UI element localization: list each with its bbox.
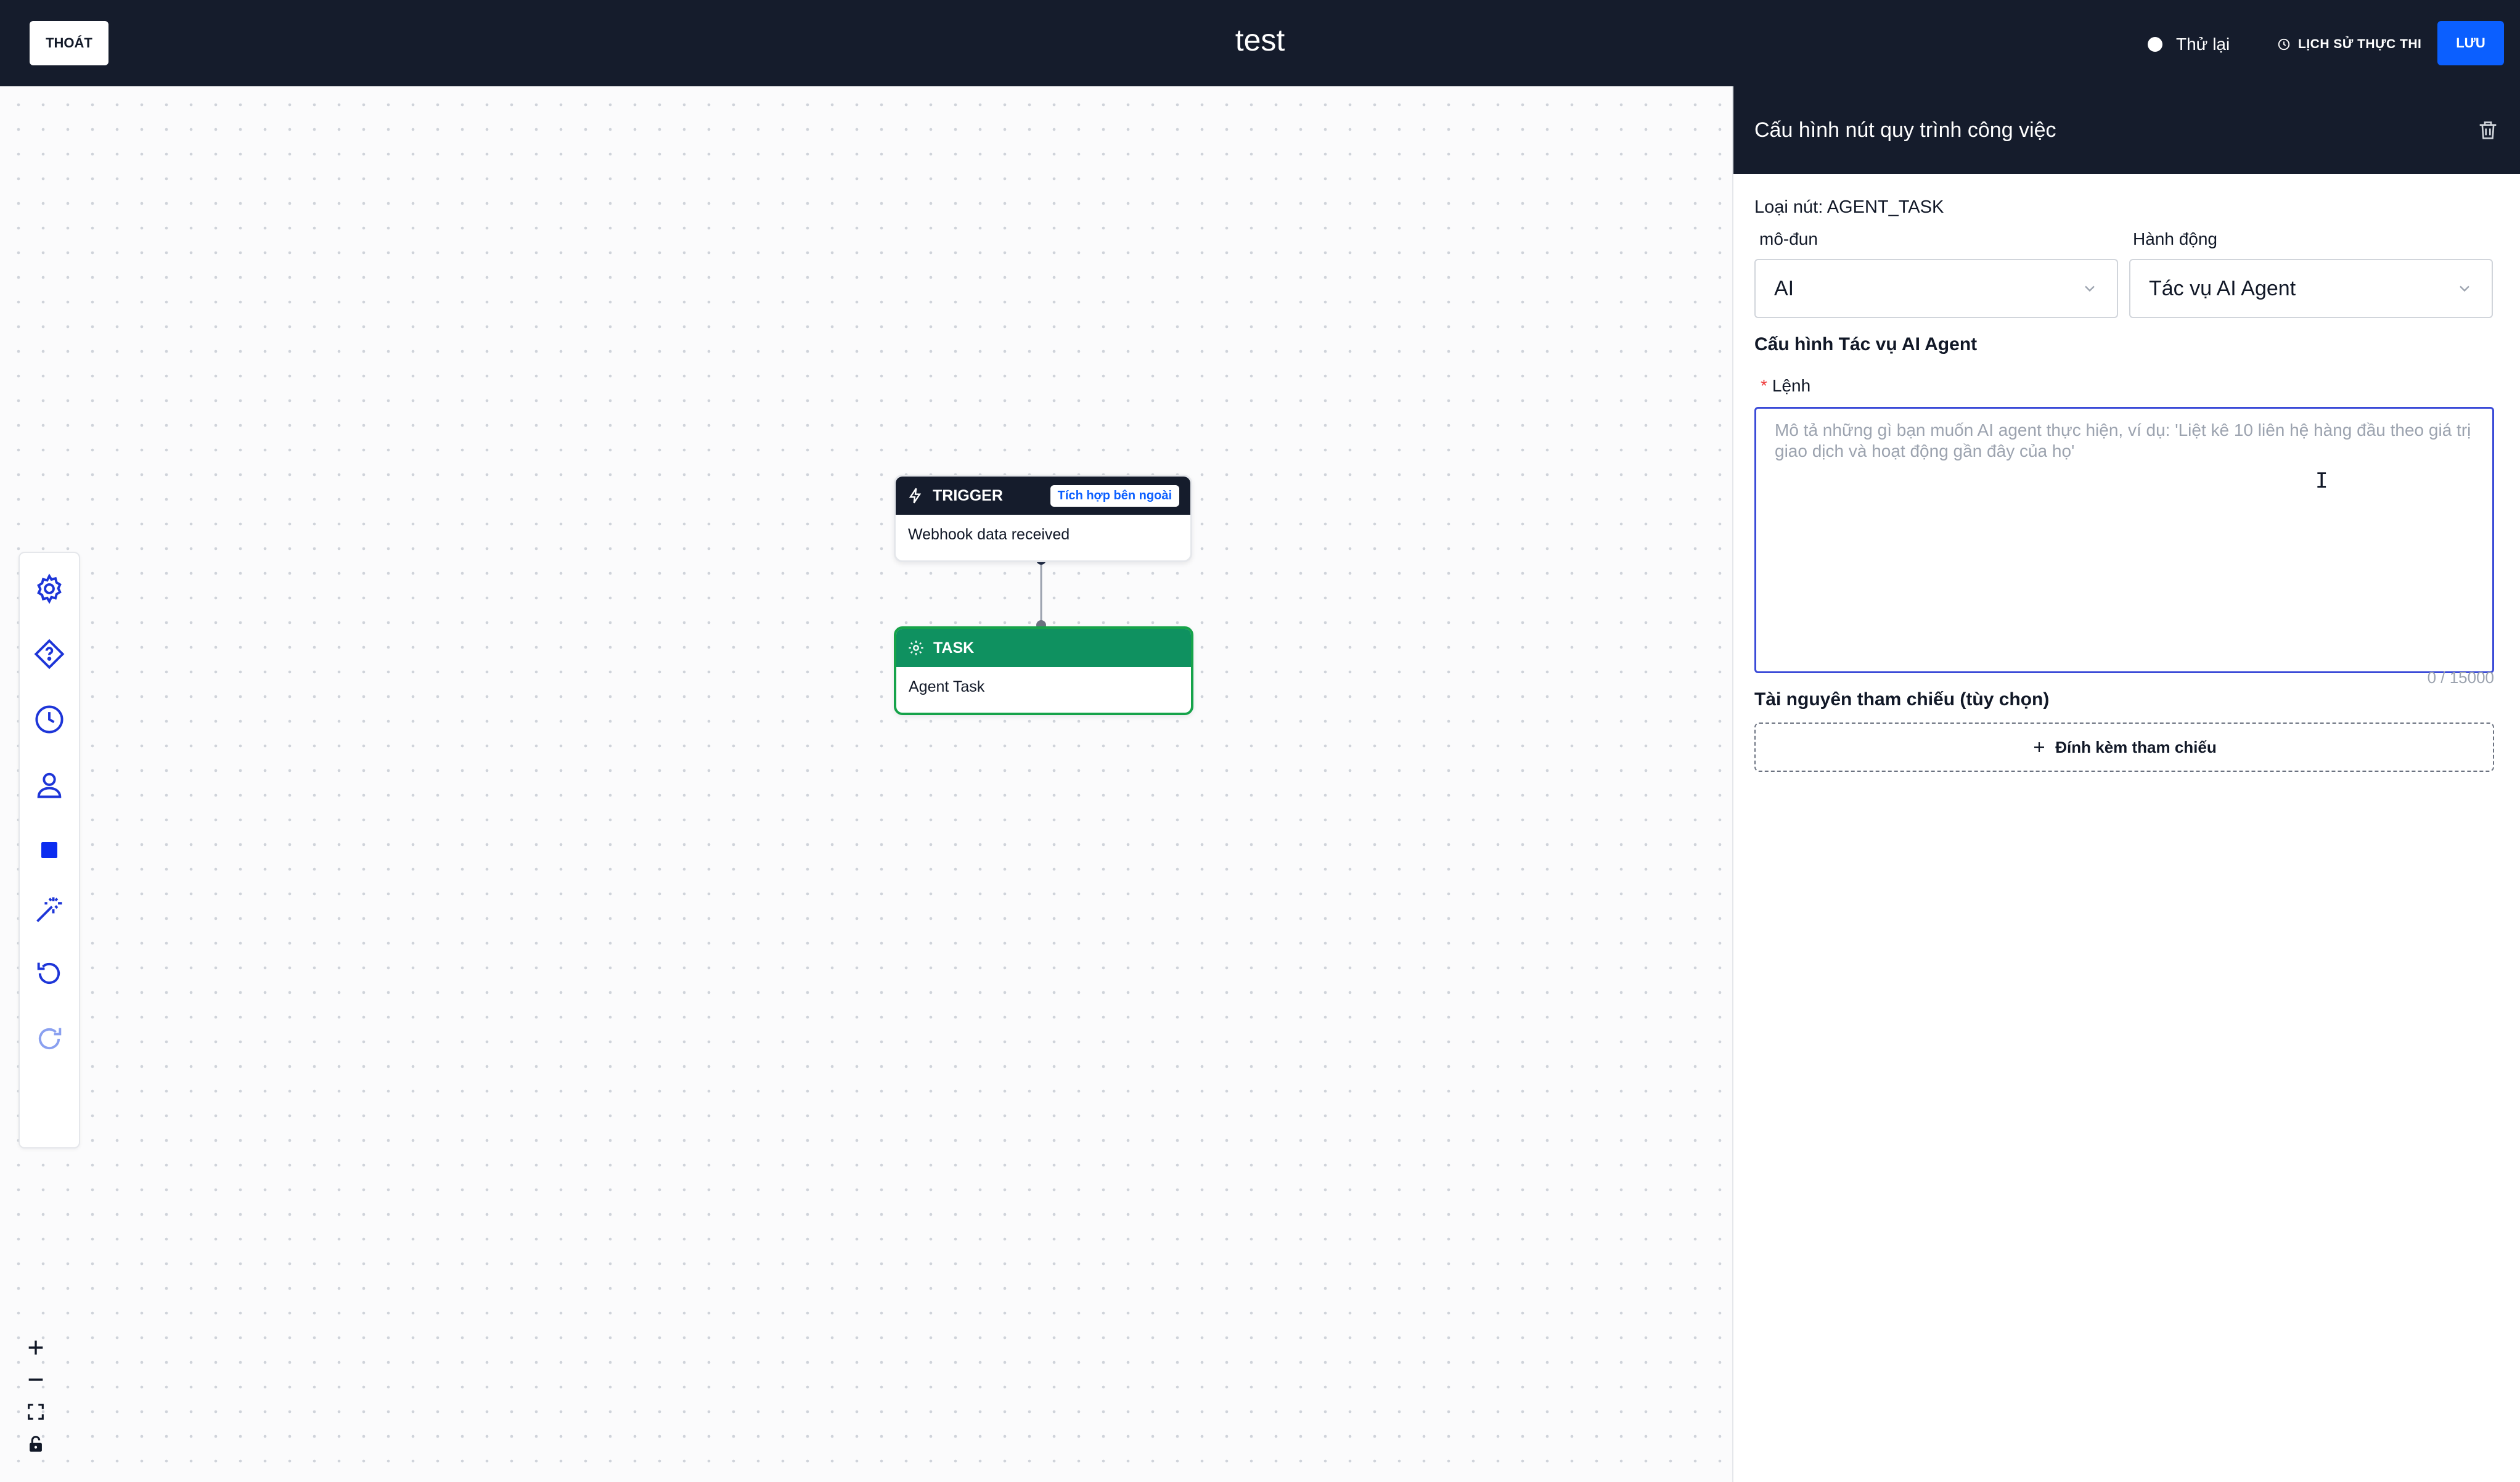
undo-icon	[37, 962, 60, 985]
redo-button[interactable]	[20, 1009, 79, 1068]
zoom-out-button[interactable]	[18, 1364, 53, 1396]
plus-icon	[2034, 742, 2045, 752]
add-delay-tool[interactable]	[20, 690, 79, 749]
add-condition-tool[interactable]	[20, 624, 79, 684]
chevron-down-icon	[2460, 285, 2469, 292]
workflow-title: test	[1235, 23, 1285, 57]
task-node-label: Agent Task	[909, 678, 985, 695]
external-integration-badge: Tích hợp bên ngoài	[1050, 485, 1179, 507]
edge-connector	[1036, 555, 1046, 715]
add-human-task-tool[interactable]	[20, 755, 79, 814]
magic-wand-icon	[36, 897, 62, 922]
status-dot-icon	[2148, 37, 2162, 52]
zoom-controls	[18, 1332, 53, 1460]
fit-view-button[interactable]	[18, 1396, 53, 1428]
minus-icon	[28, 1378, 43, 1381]
lock-canvas-button[interactable]	[18, 1428, 53, 1460]
diamond-question-icon	[34, 639, 65, 669]
action-label: Hành động	[2133, 229, 2218, 248]
panel-title: Cấu hình nút quy trình công việc	[1754, 118, 2056, 142]
workflow-canvas[interactable]: TRIGGER Tích hợp bên ngoài Webhook data …	[0, 86, 1732, 1482]
required-marker: *	[1761, 376, 1767, 395]
agent-config-section-title: Cấu hình Tác vụ AI Agent	[1754, 334, 1978, 354]
prompt-textarea[interactable]	[1754, 407, 2494, 673]
person-icon	[37, 772, 62, 798]
attach-reference-button[interactable]: Đính kèm tham chiếu	[1754, 723, 2494, 772]
node-toolbar	[18, 552, 80, 1148]
redo-icon	[38, 1028, 62, 1050]
exit-button[interactable]: THOÁT	[30, 21, 108, 65]
action-select-value: Tác vụ AI Agent	[2149, 276, 2296, 300]
module-label: mô-đun	[1759, 229, 1818, 248]
undo-button[interactable]	[20, 944, 79, 1003]
trigger-node-label: Webhook data received	[908, 526, 1070, 543]
execution-history-button[interactable]: LỊCH SỬ THỰC THI	[2277, 31, 2421, 58]
action-select[interactable]: Tác vụ AI Agent	[2129, 259, 2493, 318]
add-end-tool[interactable]	[20, 821, 79, 880]
auto-generate-tool[interactable]	[20, 880, 79, 939]
chevron-down-icon	[2085, 285, 2095, 292]
attach-reference-label: Đính kèm tham chiếu	[2055, 737, 2217, 756]
lock-icon	[30, 1436, 42, 1452]
lightning-icon	[909, 488, 922, 504]
gear-icon	[37, 573, 62, 604]
clock-icon	[35, 705, 63, 734]
trigger-node[interactable]: TRIGGER Tích hợp bên ngoài Webhook data …	[894, 475, 1192, 562]
trigger-node-title: TRIGGER	[933, 486, 1003, 504]
task-node[interactable]: TASK Agent Task	[894, 626, 1193, 715]
node-config-panel: Cấu hình nút quy trình công việc Loại nú…	[1732, 86, 2520, 1482]
text-cursor-icon: I	[2315, 469, 2328, 493]
panel-header: Cấu hình nút quy trình công việc	[1733, 86, 2520, 174]
trigger-node-header: TRIGGER Tích hợp bên ngoài	[896, 477, 1190, 515]
node-type-label: Loại nút: AGENT_TASK	[1754, 197, 1944, 217]
add-task-tool[interactable]	[20, 559, 79, 618]
retry-label: Thử lại	[2176, 35, 2230, 54]
module-select-value: AI	[1774, 276, 1794, 300]
fit-view-icon	[28, 1404, 44, 1420]
character-counter: 0 / 15000	[2427, 668, 2494, 687]
top-bar: THOÁT test Thử lại LỊCH SỬ THỰC THI LƯU	[0, 0, 2520, 86]
module-select[interactable]: AI	[1754, 259, 2118, 318]
task-node-header: TASK	[896, 629, 1191, 667]
history-icon	[2278, 38, 2290, 51]
trash-icon[interactable]	[2476, 118, 2500, 142]
references-title: Tài nguyên tham chiếu (tùy chọn)	[1754, 689, 2050, 710]
save-button[interactable]: LƯU	[2437, 21, 2504, 65]
history-label: LỊCH SỬ THỰC THI	[2298, 37, 2422, 51]
zoom-in-button[interactable]	[18, 1332, 53, 1364]
retry-toggle[interactable]: Thử lại	[2148, 31, 2230, 58]
task-node-title: TASK	[933, 639, 975, 657]
prompt-label: * Lệnh	[1761, 376, 1810, 396]
gear-icon	[909, 641, 923, 655]
plus-icon	[28, 1340, 43, 1355]
prompt-label-text: Lệnh	[1772, 376, 1811, 395]
square-icon	[41, 842, 57, 858]
